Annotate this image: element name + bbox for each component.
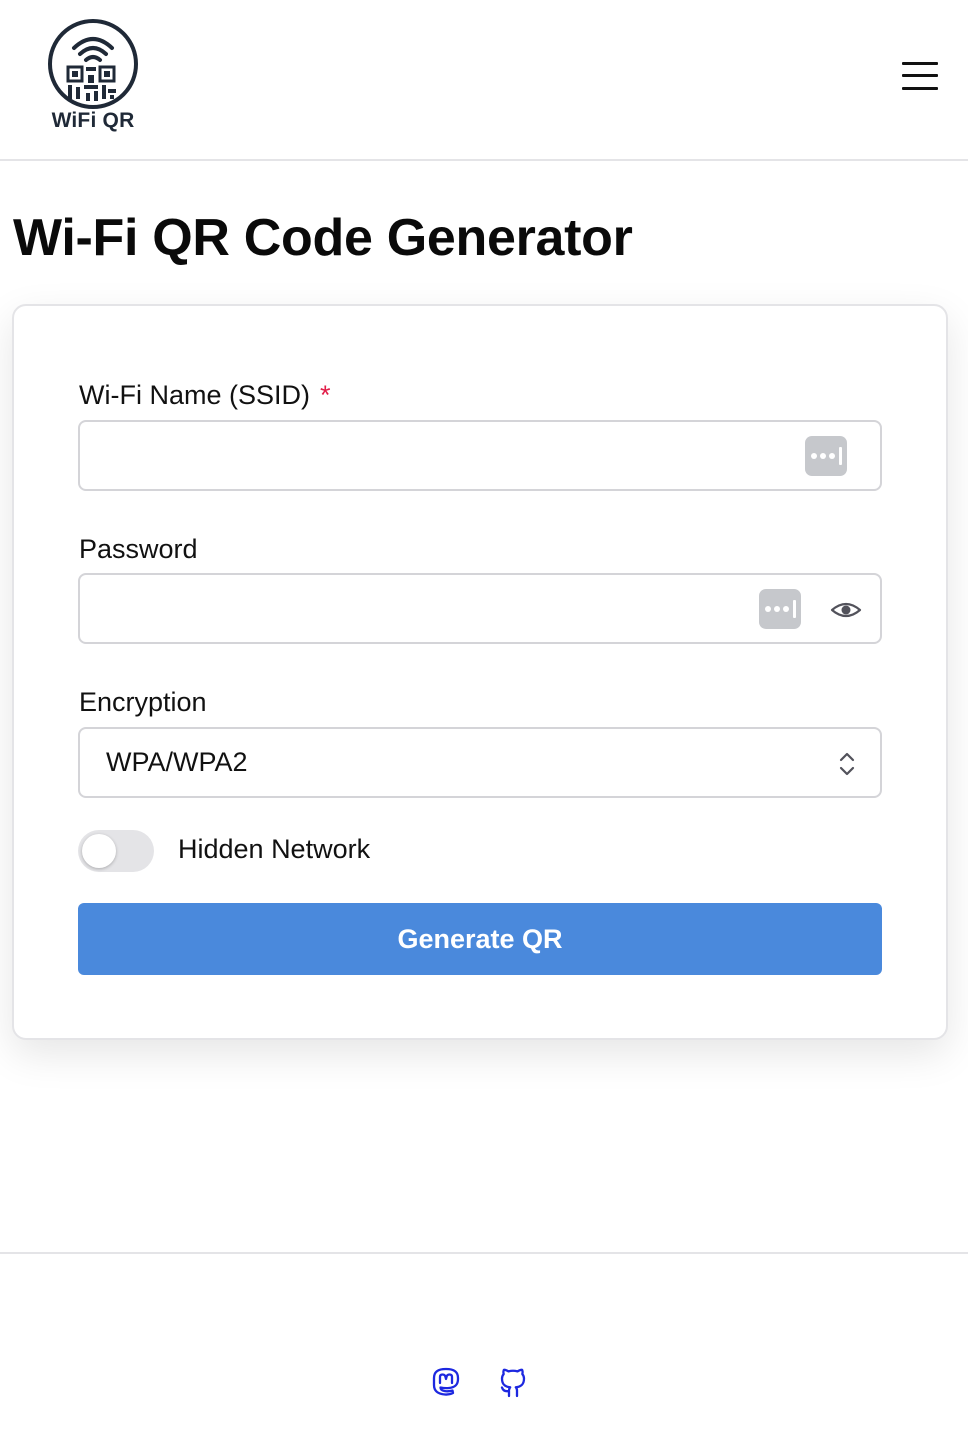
encryption-selected-value: WPA/WPA2 bbox=[106, 747, 248, 777]
logo-text: WiFi QR bbox=[51, 109, 135, 132]
site-footer bbox=[0, 1252, 968, 1430]
required-asterisk: * bbox=[320, 380, 331, 410]
chevron-up-down-icon bbox=[839, 752, 855, 776]
password-label: Password bbox=[79, 534, 198, 564]
hamburger-menu-icon[interactable] bbox=[900, 60, 940, 92]
ssid-label: Wi-Fi Name (SSID) * bbox=[79, 380, 331, 411]
ssid-field bbox=[78, 420, 882, 491]
mastodon-icon[interactable] bbox=[430, 1366, 462, 1400]
generate-qr-button[interactable]: Generate QR bbox=[78, 903, 882, 975]
eye-icon[interactable] bbox=[830, 595, 862, 625]
password-manager-key-icon[interactable] bbox=[759, 589, 801, 629]
wifi-qr-logo[interactable]: WiFi QR bbox=[46, 17, 140, 135]
github-icon[interactable] bbox=[497, 1366, 529, 1400]
password-field bbox=[78, 573, 882, 644]
page-title: Wi-Fi QR Code Generator bbox=[13, 209, 633, 267]
wifi-qr-logo-icon bbox=[48, 19, 138, 109]
encryption-label: Encryption bbox=[79, 687, 207, 717]
site-header: WiFi QR bbox=[0, 0, 968, 161]
ssid-label-text: Wi-Fi Name (SSID) bbox=[79, 380, 310, 410]
ssid-input[interactable] bbox=[80, 422, 880, 489]
hidden-network-label: Hidden Network bbox=[178, 834, 371, 864]
hidden-network-toggle[interactable] bbox=[78, 830, 154, 872]
password-manager-key-icon[interactable] bbox=[805, 436, 847, 476]
encryption-select[interactable]: WPA/WPA2 bbox=[78, 727, 882, 798]
toggle-knob bbox=[82, 834, 116, 868]
